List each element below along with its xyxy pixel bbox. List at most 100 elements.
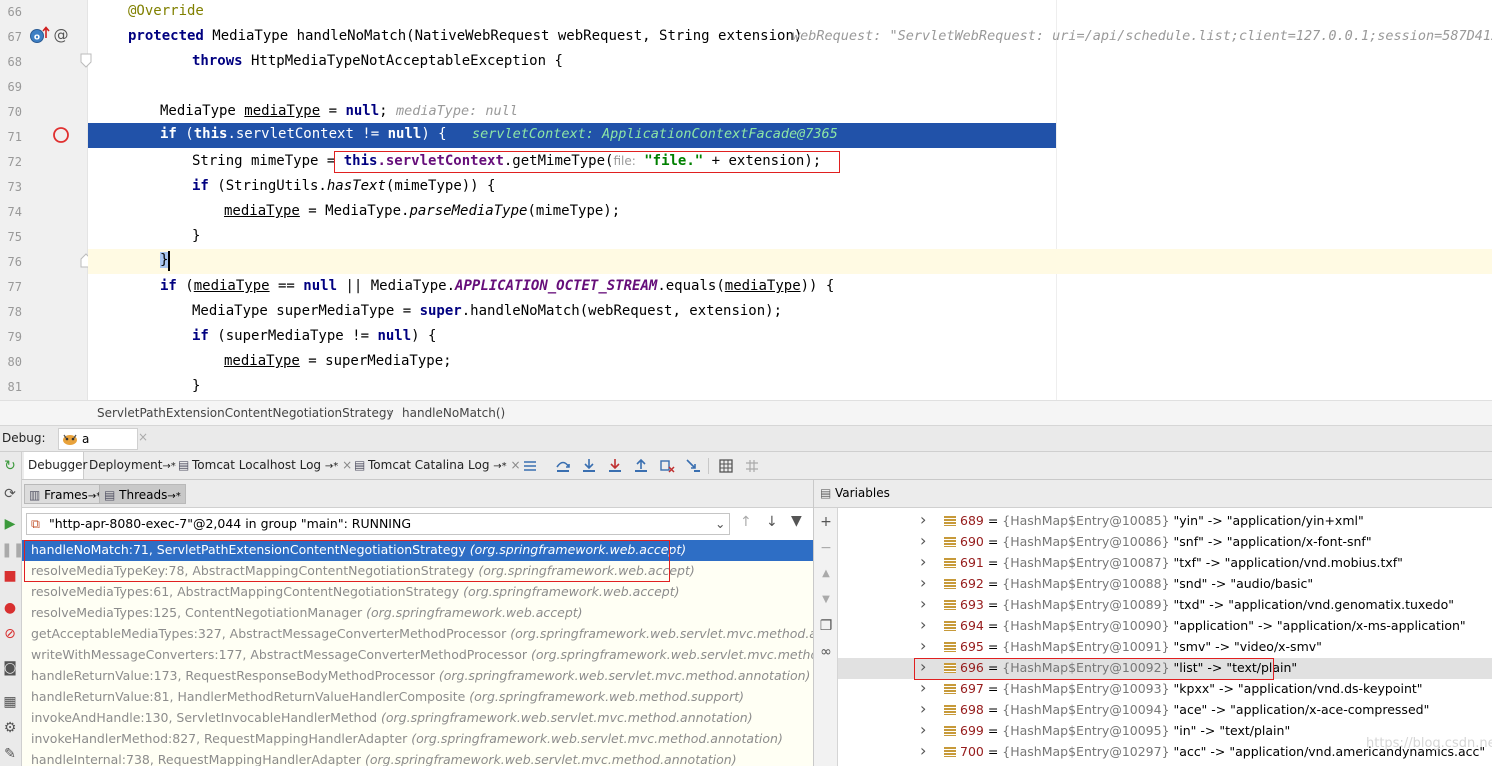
close-session-icon[interactable]: × bbox=[138, 430, 148, 444]
expand-arrow-icon[interactable]: › bbox=[920, 637, 926, 655]
code-line-68[interactable]: throws HttpMediaTypeNotAcceptableExcepti… bbox=[88, 50, 1492, 75]
breadcrumb-method[interactable]: handleNoMatch() bbox=[402, 406, 505, 420]
line-number: 74 bbox=[7, 205, 22, 219]
remove-watch-icon[interactable]: − bbox=[817, 540, 835, 556]
code-line-78[interactable]: MediaType superMediaType = super.handleN… bbox=[88, 300, 1492, 325]
stack-frame-row[interactable]: invokeHandlerMethod:827, RequestMappingH… bbox=[22, 729, 813, 750]
variable-row[interactable]: › 689 = {HashMap$Entry@10085} "yin" -> "a… bbox=[838, 511, 1492, 532]
tab-tomcat-catalina-log[interactable]: ▤ Tomcat Catalina Log →* × bbox=[354, 452, 521, 479]
code-line-66[interactable]: @Override bbox=[88, 0, 1492, 25]
code-line-73[interactable]: if (StringUtils.hasText(mimeType)) { bbox=[88, 175, 1492, 200]
expand-arrow-icon[interactable]: › bbox=[920, 742, 926, 760]
thread-selector[interactable]: ⧉ "http-apr-8080-exec-7"@2,044 in group … bbox=[26, 513, 730, 535]
keyword: if bbox=[192, 328, 209, 344]
variable-row[interactable]: › 698 = {HashMap$Entry@10094} "ace" -> "a… bbox=[838, 700, 1492, 721]
filter-icon[interactable]: ▼ bbox=[791, 513, 802, 529]
view-breakpoints-icon[interactable]: ● bbox=[1, 600, 19, 616]
variable-row[interactable]: › 691 = {HashMap$Entry@10087} "txf" -> "a… bbox=[838, 553, 1492, 574]
tab-deployment[interactable]: Deployment→* bbox=[89, 452, 176, 479]
variable-row[interactable]: › 693 = {HashMap$Entry@10089} "txd" -> "a… bbox=[838, 595, 1492, 616]
override-icon[interactable]: o bbox=[29, 26, 51, 44]
variable-row[interactable]: › 690 = {HashMap$Entry@10086} "snf" -> "a… bbox=[838, 532, 1492, 553]
expand-arrow-icon[interactable]: › bbox=[920, 679, 926, 697]
settings-icon[interactable]: ⚙ bbox=[1, 720, 19, 736]
pin-icon[interactable]: ✎ bbox=[1, 746, 19, 762]
code-line-81[interactable]: } bbox=[88, 375, 1492, 400]
code-line-70[interactable]: MediaType mediaType = null; mediaType: n… bbox=[88, 100, 1492, 125]
tab-threads[interactable]: ▤ Threads→* bbox=[99, 484, 186, 504]
text-caret bbox=[168, 251, 170, 271]
copy-icon[interactable]: ❐ bbox=[817, 618, 835, 634]
stack-frame-row[interactable]: writeWithMessageConverters:177, Abstract… bbox=[22, 645, 813, 666]
breakpoint-icon[interactable] bbox=[52, 126, 70, 144]
code-line-75[interactable]: } bbox=[88, 225, 1492, 250]
code-line-80[interactable]: mediaType = superMediaType; bbox=[88, 350, 1492, 375]
move-down-icon[interactable]: ▼ bbox=[817, 592, 835, 608]
execution-point-line-71[interactable]: if (this.servletContext != null) { servl… bbox=[88, 123, 1056, 148]
variable-index: 690 bbox=[960, 534, 984, 549]
pause-icon[interactable]: ❚❚ bbox=[1, 542, 24, 558]
stack-frame-row[interactable]: getAcceptableMediaTypes:327, AbstractMes… bbox=[22, 624, 813, 645]
expand-arrow-icon[interactable]: › bbox=[920, 532, 926, 550]
drop-frame-icon[interactable] bbox=[659, 458, 675, 474]
stack-frame-row[interactable]: handleReturnValue:81, HandlerMethodRetur… bbox=[22, 687, 813, 708]
step-out-icon[interactable] bbox=[633, 458, 649, 474]
expand-arrow-icon[interactable]: › bbox=[920, 595, 926, 613]
variable-row[interactable]: › 697 = {HashMap$Entry@10093} "kpxx" -> "… bbox=[838, 679, 1492, 700]
code-line-67[interactable]: protected MediaType handleNoMatch(Native… bbox=[88, 25, 1492, 50]
expand-arrow-icon[interactable]: › bbox=[920, 700, 926, 718]
move-up-icon[interactable]: ▲ bbox=[817, 566, 835, 582]
variable-row[interactable]: › 692 = {HashMap$Entry@10088} "snd" -> "a… bbox=[838, 574, 1492, 595]
restart-icon[interactable]: ⟳ bbox=[1, 486, 19, 502]
code-text: ; bbox=[379, 103, 388, 119]
expand-arrow-icon[interactable]: › bbox=[920, 553, 926, 571]
trace-current-stream-icon[interactable] bbox=[744, 458, 760, 474]
run-to-cursor-icon[interactable] bbox=[685, 458, 701, 474]
show-execution-point-icon[interactable] bbox=[522, 458, 538, 474]
code-line-77[interactable]: if (mediaType == null || MediaType.APPLI… bbox=[88, 275, 1492, 300]
statement: if (this.servletContext != null) { bbox=[160, 126, 447, 142]
code-text: MediaType superMediaType = bbox=[192, 303, 420, 319]
watches-icon[interactable]: ∞ bbox=[817, 644, 835, 660]
rerun-icon[interactable]: ↻ bbox=[1, 458, 19, 474]
expand-arrow-icon[interactable]: › bbox=[920, 511, 926, 529]
tab-debugger[interactable]: Debugger bbox=[24, 452, 87, 479]
stack-frame-row[interactable]: resolveMediaTypes:125, ContentNegotiatio… bbox=[22, 603, 813, 624]
code-line-79[interactable]: if (superMediaType != null) { bbox=[88, 325, 1492, 350]
caret-line-76[interactable]: } bbox=[88, 249, 1492, 274]
variable-row[interactable]: › 694 = {HashMap$Entry@10090} "applicatio… bbox=[838, 616, 1492, 637]
stack-frame-row[interactable]: invokeAndHandle:130, ServletInvocableHan… bbox=[22, 708, 813, 729]
debug-session-tab[interactable]: a bbox=[58, 428, 138, 450]
step-over-icon[interactable] bbox=[555, 458, 571, 474]
force-step-into-icon[interactable] bbox=[607, 458, 623, 474]
stack-frame-row[interactable]: resolveMediaTypes:61, AbstractMappingCon… bbox=[22, 582, 813, 603]
frame-package: (org.springframework.web.servlet.mvc.met… bbox=[510, 626, 813, 641]
layout-icon[interactable]: ▦ bbox=[1, 694, 19, 710]
previous-frame-icon[interactable]: ↑ bbox=[740, 514, 752, 530]
tab-tomcat-localhost-log[interactable]: ▤ Tomcat Localhost Log →* × bbox=[178, 452, 352, 479]
close-tab-icon[interactable]: × bbox=[511, 458, 521, 472]
variable-type: {HashMap$Entry@10094} bbox=[1002, 702, 1170, 717]
stop-icon[interactable]: ■ bbox=[1, 568, 19, 584]
stack-frame-row[interactable]: handleInternal:738, RequestMappingHandle… bbox=[22, 750, 813, 766]
tab-frames[interactable]: ▥ Frames→* bbox=[24, 484, 107, 504]
step-into-icon[interactable] bbox=[581, 458, 597, 474]
mute-breakpoints-icon[interactable]: ⊘ bbox=[1, 626, 19, 642]
next-frame-icon[interactable]: ↓ bbox=[766, 514, 778, 530]
expand-arrow-icon[interactable]: › bbox=[920, 574, 926, 592]
variable-row[interactable]: › 695 = {HashMap$Entry@10091} "smv" -> "v… bbox=[838, 637, 1492, 658]
new-watch-icon[interactable]: + bbox=[817, 514, 835, 530]
variable-text: 695 = {HashMap$Entry@10091} "smv" -> "vi… bbox=[960, 637, 1322, 657]
stack-frame-row[interactable]: handleReturnValue:173, RequestResponseBo… bbox=[22, 666, 813, 687]
variable-value: "txf" -> "application/vnd.mobius.txf" bbox=[1173, 555, 1403, 570]
resume-icon[interactable]: ▶ bbox=[1, 516, 19, 532]
breadcrumb-class[interactable]: ServletPathExtensionContentNegotiationSt… bbox=[97, 406, 394, 420]
code-line-74[interactable]: mediaType = MediaType.parseMediaType(mim… bbox=[88, 200, 1492, 225]
camera-icon[interactable]: ◙ bbox=[1, 660, 19, 676]
variables-panel: ▤ Variables + − ▲ ▼ ❐ ∞ › 689 = {HashMap$… bbox=[814, 480, 1492, 766]
expand-arrow-icon[interactable]: › bbox=[920, 721, 926, 739]
close-tab-icon[interactable]: × bbox=[342, 458, 352, 472]
expand-arrow-icon[interactable]: › bbox=[920, 616, 926, 634]
evaluate-expression-icon[interactable] bbox=[718, 458, 734, 474]
code-editor[interactable]: 66 67 68 69 70 71 72 73 74 75 76 77 78 7… bbox=[0, 0, 1492, 400]
